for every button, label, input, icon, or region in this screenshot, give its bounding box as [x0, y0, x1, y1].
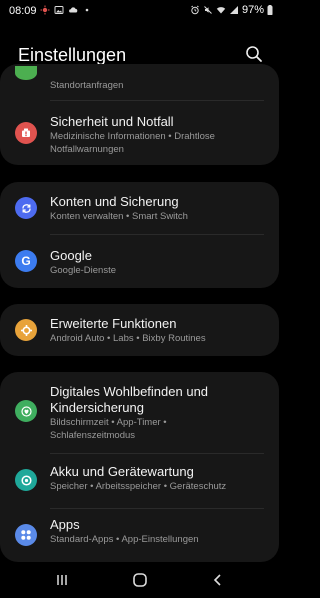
list-item-wellbeing[interactable]: Digitales Wohlbefinden und Kindersicheru…	[0, 372, 279, 452]
page-title: Einstellungen	[18, 45, 127, 65]
status-right: 97%	[190, 4, 273, 16]
list-item-title: Apps	[50, 517, 80, 532]
list-item-subtitle: Standortanfragen	[50, 80, 124, 91]
home-icon	[133, 573, 147, 587]
alarm-icon	[191, 5, 199, 15]
list-item-title: Digitales Wohlbefinden und Kindersicheru…	[50, 384, 209, 415]
list-item-title: Akku und Gerätewartung	[50, 464, 194, 479]
emergency-icon	[15, 122, 37, 144]
back-button[interactable]	[208, 570, 228, 590]
list-item-subtitle: Google-Dienste	[50, 265, 117, 276]
list-item-subtitle: Speicher • Arbeitsspeicher • Geräteschut…	[50, 481, 227, 492]
gear-plus-icon	[15, 319, 37, 341]
device-care-icon	[15, 469, 37, 491]
wellbeing-icon	[15, 400, 37, 422]
gallery-icon	[54, 6, 64, 14]
list-item-location[interactable]: Standortanfragen	[0, 64, 279, 100]
list-item-subtitle: Android Auto • Labs • Bixby Routines	[50, 333, 206, 344]
mute-icon	[204, 6, 212, 14]
apps-icon	[15, 524, 37, 546]
navigation-bar	[0, 562, 279, 598]
status-bar: 08:09 97%	[0, 0, 279, 22]
battery-percent: 97%	[241, 4, 264, 16]
signal-icon	[229, 6, 238, 14]
list-item-accounts[interactable]: Konten und Sicherung Konten verwalten • …	[0, 182, 279, 234]
list-item-device-care[interactable]: Akku und Gerätewartung Speicher • Arbeit…	[0, 454, 279, 508]
status-time: 08:09	[9, 5, 37, 17]
list-item-title: Google	[50, 248, 92, 263]
google-icon: G	[15, 250, 37, 272]
settings-card-device: Digitales Wohlbefinden und Kindersicheru…	[0, 372, 279, 562]
search-icon[interactable]	[244, 44, 264, 64]
list-item-title: Erweiterte Funktionen	[50, 316, 177, 331]
list-item-safety[interactable]: Sicherheit und Notfall Medizinische Info…	[0, 101, 279, 165]
list-item-subtitle: Bildschirmzeit • App-Timer • Schlafensze…	[50, 417, 167, 441]
settings-card-advanced: Erweiterte Funktionen Android Auto • Lab…	[0, 304, 279, 356]
back-icon	[213, 574, 221, 586]
cloud-icon	[69, 7, 78, 13]
wifi-icon	[216, 7, 226, 14]
list-item-subtitle: Medizinische Informationen • Drahtlose N…	[50, 131, 215, 155]
list-item-subtitle: Konten verwalten • Smart Switch	[50, 211, 188, 222]
recents-icon	[57, 575, 67, 585]
list-item-title: Sicherheit und Notfall	[50, 114, 174, 129]
recents-button[interactable]	[52, 570, 72, 590]
settings-screen: 08:09 97% Einstellungen Standortanfragen	[0, 0, 279, 598]
list-item-apps[interactable]: Apps Standard-Apps • App-Einstellungen	[0, 509, 279, 562]
settings-card-safety: Standortanfragen Sicherheit und Notfall …	[0, 64, 279, 165]
list-item-title: Konten und Sicherung	[50, 194, 179, 209]
notification-star-icon	[40, 5, 50, 15]
list-item-google[interactable]: G Google Google-Dienste	[0, 235, 279, 288]
notification-icons	[40, 5, 92, 15]
battery-icon	[267, 5, 273, 15]
settings-card-accounts: Konten und Sicherung Konten verwalten • …	[0, 182, 279, 288]
list-item-advanced[interactable]: Erweiterte Funktionen Android Auto • Lab…	[0, 304, 279, 356]
location-icon	[15, 66, 37, 80]
sync-icon	[15, 197, 37, 219]
home-button[interactable]	[130, 570, 150, 590]
list-item-subtitle: Standard-Apps • App-Einstellungen	[50, 534, 199, 545]
dot-icon	[85, 8, 89, 12]
